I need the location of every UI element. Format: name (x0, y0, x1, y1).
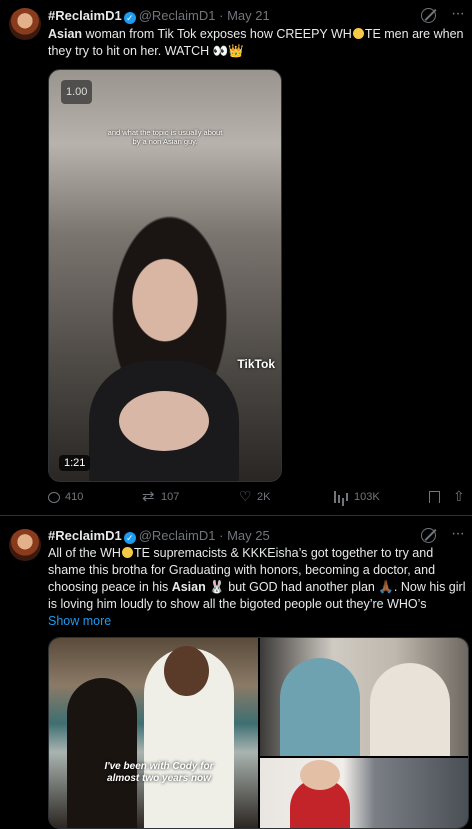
views-chart-icon (334, 491, 349, 503)
timestamp[interactable]: May 25 (227, 528, 270, 543)
display-name[interactable]: #ReclaimD1 (48, 8, 122, 23)
tweet-text-bold: Asian (48, 27, 83, 41)
separator: · (219, 528, 224, 543)
image-figure (164, 646, 209, 696)
verified-badge-icon: ✓ (123, 532, 136, 544)
bookmark-button[interactable] (429, 491, 440, 503)
verified-badge-icon: ✓ (123, 12, 136, 24)
image-figure (280, 658, 360, 756)
tiktok-watermark: TikTok (237, 357, 275, 371)
tweet-text-part: woman from Tik Tok exposes how CREEPY WH (82, 27, 352, 41)
view-count: 103K (354, 491, 380, 503)
handle[interactable]: @ReclaimD1 (139, 8, 216, 23)
image-caption: I've been with Cody for almost two years… (104, 761, 214, 784)
video-frame-figure (119, 391, 209, 451)
avatar[interactable] (9, 8, 41, 40)
more-options-icon[interactable]: ··· (451, 5, 465, 23)
video-duration: 1:21 (59, 455, 91, 471)
tweet[interactable]: #ReclaimD1 ✓ @ReclaimD1 · May 21 ··· Asian… (0, 0, 472, 516)
tweet-header: #ReclaimD1 ✓ @ReclaimD1 · May 21 ··· (48, 5, 465, 26)
share-button[interactable] (453, 488, 466, 505)
display-name[interactable]: #ReclaimD1 (48, 528, 122, 543)
repost-count: 107 (161, 491, 180, 503)
tweet-text: All of the WH TE supremacists & KKKEisha’… (48, 545, 466, 630)
like-button[interactable]: 2K (239, 488, 271, 505)
tweet-image[interactable]: I've been with Cody for almost two years… (49, 638, 258, 828)
action-bar: 410 107 2K 103K (48, 487, 468, 507)
emoji-face-icon (352, 28, 364, 39)
heart-icon (239, 488, 252, 505)
like-count: 2K (257, 491, 271, 503)
tweet-text-part: All of the WH (48, 546, 121, 560)
tweet-header: #ReclaimD1 ✓ @ReclaimD1 · May 25 ··· (48, 525, 465, 546)
playback-speed-badge[interactable]: 1.00 (61, 80, 93, 104)
views-button[interactable]: 103K (334, 491, 380, 503)
image-figure (67, 678, 137, 828)
reply-button[interactable]: 410 (48, 491, 83, 503)
video-caption: and what the topic is usually about by a… (107, 128, 223, 146)
image-grid: I've been with Cody for almost two years… (48, 637, 469, 829)
tweet[interactable]: #ReclaimD1 ✓ @ReclaimD1 · May 25 ··· All o… (0, 516, 472, 829)
show-more-link[interactable]: Show more (48, 614, 111, 628)
timestamp[interactable]: May 21 (227, 8, 270, 23)
more-options-icon[interactable]: ··· (451, 525, 465, 543)
share-icon (453, 488, 466, 505)
video-player[interactable]: 1.00 and what the topic is usually about… (48, 69, 282, 482)
emoji-face-icon (121, 547, 133, 558)
tweet-text-bold: Asian (171, 580, 206, 594)
separator: · (219, 8, 224, 23)
reply-count: 410 (65, 491, 84, 503)
tweet-text: Asian woman from Tik Tok exposes how CRE… (48, 26, 466, 60)
tweet-image[interactable] (260, 638, 468, 756)
image-figure (370, 663, 450, 756)
avatar[interactable] (9, 529, 41, 561)
handle[interactable]: @ReclaimD1 (139, 528, 216, 543)
repost-icon (142, 487, 156, 505)
grok-icon[interactable] (421, 528, 436, 543)
grok-icon[interactable] (421, 8, 436, 23)
image-figure (300, 760, 340, 790)
repost-button[interactable]: 107 (142, 487, 180, 505)
bookmark-icon (429, 491, 440, 503)
reply-icon (48, 491, 60, 503)
